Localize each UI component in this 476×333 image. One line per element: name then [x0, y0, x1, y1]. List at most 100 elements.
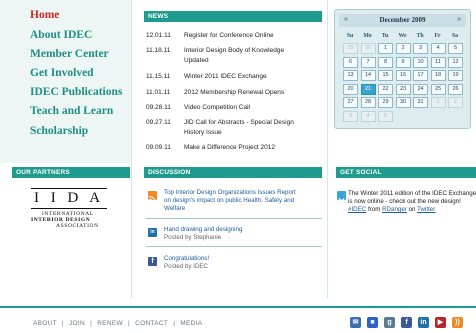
news-title[interactable]: JID Call for Abstracts - Special Design …	[184, 118, 308, 138]
calendar-day[interactable]: 22	[378, 83, 393, 95]
calendar-day[interactable]: 20	[343, 83, 358, 95]
youtube-icon[interactable]: ▶	[435, 317, 446, 328]
footer-link-join[interactable]: JOIN	[69, 320, 85, 327]
calendar-next-button[interactable]: »	[457, 16, 461, 23]
facebook-icon: f	[148, 257, 157, 266]
news-date: 12.01.11	[146, 32, 171, 39]
nav-item-teach-learn[interactable]: Teach and Learn	[30, 105, 113, 117]
nav-item-get-involved[interactable]: Get Involved	[30, 67, 94, 79]
calendar-day[interactable]: 28	[360, 97, 376, 108]
calendar-day[interactable]: 3	[343, 110, 358, 122]
calendar-header: « December 2009 »	[339, 14, 466, 27]
footer-separator: |	[173, 320, 176, 327]
calendar-day[interactable]: 30	[395, 97, 411, 108]
calendar-day[interactable]: 5	[448, 43, 463, 54]
iida-logo[interactable]: I I D A INTERNATIONAL INTERIOR DESIGN AS…	[28, 188, 118, 238]
calendar-day[interactable]: 10	[413, 56, 428, 68]
rss-icon[interactable]: ))	[452, 317, 463, 328]
calendar-day[interactable]: 18	[430, 70, 446, 81]
twitter-icon	[337, 191, 346, 201]
news-title[interactable]: Register for Conference Online	[184, 31, 314, 41]
discussion-item[interactable]: Hand drawing and designing Posted by Step…	[164, 226, 304, 242]
calendar-day[interactable]: 2	[448, 97, 463, 108]
calendar-day[interactable]: 13	[343, 70, 358, 81]
discussion-item[interactable]: Congratulations! Posted by IDEC	[164, 255, 304, 271]
delicious-icon[interactable]: ■	[367, 317, 378, 328]
news-title[interactable]: Video Competition Call	[184, 103, 314, 113]
calendar-day[interactable]: 29	[343, 43, 358, 54]
footer-separator: |	[90, 320, 93, 327]
footer-link-contact[interactable]: CONTACT	[135, 320, 168, 327]
footer-link-media[interactable]: MEDIA	[180, 320, 202, 327]
discussion-meta: Posted by IDEC	[164, 263, 209, 270]
divider	[146, 246, 322, 247]
calendar-day[interactable]: 29	[378, 97, 393, 108]
calendar-day[interactable]: 1	[430, 97, 446, 108]
calendar-day[interactable]: 31	[413, 97, 428, 108]
tweet-on: on	[408, 206, 416, 213]
news-item[interactable]: 11.01.11 2012 Membership Renewal Opens	[146, 88, 314, 98]
calendar-day[interactable]: 2	[395, 43, 411, 54]
network-link[interactable]: Twitter	[417, 206, 435, 213]
news-item[interactable]: 12.01.11 Register for Conference Online	[146, 31, 314, 41]
calendar-day[interactable]: 14	[360, 70, 376, 81]
calendar-day[interactable]: 4	[360, 110, 376, 122]
calendar-day[interactable]: 6	[343, 56, 358, 68]
calendar-day[interactable]: 21	[360, 83, 376, 95]
linkedin-icon[interactable]: in	[418, 317, 429, 328]
nav-item-about[interactable]: About IDEC	[30, 29, 92, 41]
calendar-day[interactable]: 4	[430, 43, 446, 54]
nav-item-home[interactable]: Home	[30, 9, 59, 21]
hashtag-link[interactable]: #IDEC	[348, 206, 366, 213]
facebook-icon[interactable]: f	[401, 317, 412, 328]
calendar-day[interactable]: 25	[430, 83, 446, 95]
news-title[interactable]: 2012 Membership Renewal Opens	[184, 88, 314, 98]
calendar-day[interactable]: 8	[378, 56, 393, 68]
calendar-day[interactable]: 17	[413, 70, 428, 81]
footer-separator: |	[61, 320, 64, 327]
footer-link-about[interactable]: ABOUT	[33, 320, 57, 327]
calendar-day[interactable]: 7	[360, 56, 376, 68]
discussion-title[interactable]: Hand drawing and designing	[164, 226, 304, 234]
google-plus-icon[interactable]: g	[384, 317, 395, 328]
nav-item-scholarship[interactable]: Scholarship	[30, 125, 88, 137]
calendar-day[interactable]: 26	[448, 83, 463, 95]
discussion-title[interactable]: Top Interior Design Organizations Issues…	[164, 189, 296, 212]
weekday-label: Mo	[363, 33, 372, 39]
calendar-day[interactable]: 11	[430, 56, 446, 68]
news-item[interactable]: 09.09.11 Make a Difference Project 2012	[146, 143, 314, 153]
news-date: 09.09.11	[146, 144, 171, 151]
news-item[interactable]: 11.18.11 Interior Design Body of Knowledg…	[146, 46, 294, 66]
mail-icon[interactable]: ✉	[350, 317, 361, 328]
calendar-day[interactable]: 24	[413, 83, 428, 95]
nav-item-member-center[interactable]: Member Center	[30, 48, 109, 60]
discussion-title[interactable]: Congratulations!	[164, 255, 304, 263]
news-title[interactable]: Make a Difference Project 2012	[184, 143, 314, 153]
footer-link-renew[interactable]: RENEW	[97, 320, 123, 327]
calendar-day[interactable]: 23	[395, 83, 411, 95]
discussion-item[interactable]: Top Interior Design Organizations Issues…	[164, 189, 304, 213]
calendar-day[interactable]: 27	[343, 97, 358, 108]
news-title[interactable]: Interior Design Body of Knowledge Update…	[184, 46, 294, 66]
user-link[interactable]: RDanger	[382, 206, 407, 213]
news-item[interactable]: 11.15.11 Winter 2011 IDEC Exchange	[146, 72, 314, 82]
calendar-day[interactable]: 3	[413, 43, 428, 54]
calendar-day[interactable]: 19	[448, 70, 463, 81]
news-title[interactable]: Winter 2011 IDEC Exchange	[184, 72, 314, 82]
nav-item-publications[interactable]: IDEC Publications	[30, 86, 122, 98]
footer-links: ABOUT | JOIN | RENEW | CONTACT | MEDIA	[33, 320, 202, 327]
news-item[interactable]: 09.28.11 Video Competition Call	[146, 103, 314, 113]
calendar-day[interactable]: 15	[378, 70, 393, 81]
partners-heading: OUR PARTNERS	[12, 167, 130, 178]
calendar-day[interactable]: 5	[378, 110, 393, 122]
news-item[interactable]: 09.27.11 JID Call for Abstracts - Special…	[146, 118, 308, 138]
tweet-meta: #IDEC from RDanger on Twitter	[348, 206, 476, 214]
calendar-day[interactable]: 9	[395, 56, 411, 68]
calendar-day[interactable]: 1	[378, 43, 393, 54]
calendar-day[interactable]: 30	[360, 43, 376, 54]
linkedin-icon: in	[148, 228, 157, 237]
discussion-meta: Posted by Stephanie	[164, 234, 222, 241]
calendar-day[interactable]: 12	[448, 56, 463, 68]
weekday-label: Su	[346, 33, 354, 39]
calendar-day[interactable]: 16	[395, 70, 411, 81]
